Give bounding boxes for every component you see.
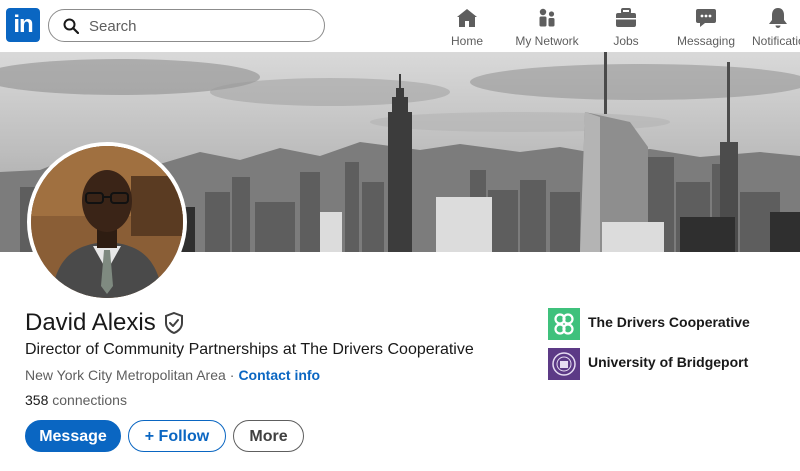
connections-number: 358 <box>25 392 49 408</box>
org-item-university-of-bridgeport[interactable]: University of Bridgeport <box>548 348 758 380</box>
profile-photo-image <box>31 146 183 298</box>
org-name-university-of-bridgeport: University of Bridgeport <box>588 354 749 370</box>
profile-location: New York City Metropolitan Area <box>25 367 226 383</box>
connections-count[interactable]: 358 connections <box>25 392 127 408</box>
nav-label-messaging: Messaging <box>676 34 736 48</box>
bell-icon <box>769 8 787 28</box>
connections-label: connections <box>52 392 127 408</box>
org-name-drivers-cooperative: The Drivers Cooperative <box>588 314 750 330</box>
jobs-icon <box>616 8 636 27</box>
profile-photo[interactable] <box>27 142 187 302</box>
nav-item-my-network[interactable]: My Network <box>512 6 582 50</box>
nav-item-jobs[interactable]: Jobs <box>606 6 646 50</box>
profile-card: David Alexis Director of Community Partn… <box>0 52 800 471</box>
contact-info-link[interactable]: Contact info <box>238 367 320 383</box>
more-button[interactable]: More <box>233 420 304 452</box>
profile-location-line: New York City Metropolitan Area · Contact … <box>25 367 320 383</box>
drivers-cooperative-logo-icon <box>548 308 580 340</box>
search-input[interactable] <box>89 15 309 37</box>
nav-label-home: Home <box>450 34 483 48</box>
profile-name: David Alexis <box>25 309 156 336</box>
nav-label-my-network: My Network <box>515 34 579 48</box>
org-item-drivers-cooperative[interactable]: The Drivers Cooperative <box>548 308 758 340</box>
nav-label-jobs: Jobs <box>613 34 639 48</box>
verified-shield-icon[interactable] <box>164 312 184 334</box>
nav-item-notifications[interactable]: Notifications <box>752 6 800 50</box>
linkedin-logo[interactable]: in <box>6 8 40 42</box>
nav-label-notifications: Notifications <box>752 34 800 48</box>
messaging-icon <box>696 9 716 27</box>
my-network-icon <box>539 8 555 27</box>
top-nav: in Home My Network Jobs <box>0 0 800 53</box>
nav-item-messaging[interactable]: Messaging <box>674 6 738 50</box>
search-box[interactable] <box>48 9 325 42</box>
nav-item-home[interactable]: Home <box>446 6 488 50</box>
message-button[interactable]: Message <box>25 420 121 452</box>
search-icon <box>63 18 79 34</box>
follow-button[interactable]: + Follow <box>128 420 226 452</box>
profile-headline: Director of Community Partnerships at Th… <box>25 341 474 358</box>
university-of-bridgeport-logo-icon <box>548 348 580 380</box>
home-icon <box>457 9 477 27</box>
location-separator: · <box>229 367 235 383</box>
